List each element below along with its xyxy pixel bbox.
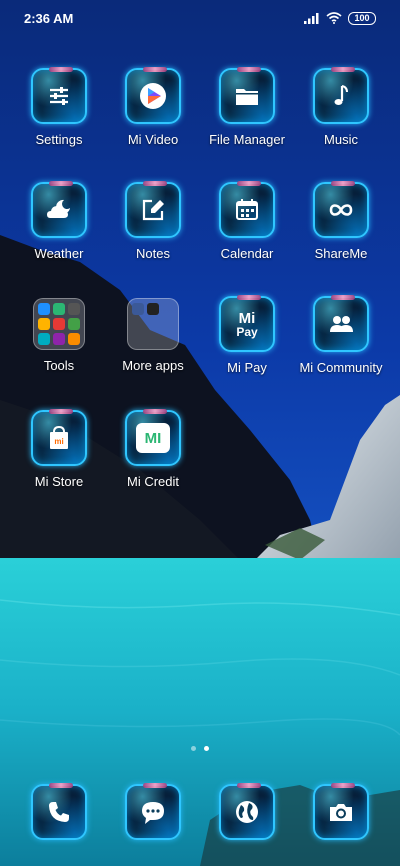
camera-icon <box>313 783 369 840</box>
mi-credit-icon: MI <box>125 409 181 466</box>
mi-credit-logo: MI <box>144 429 162 447</box>
app-file-manager[interactable]: File Manager <box>197 67 297 147</box>
folder-grid-icon <box>127 298 179 350</box>
app-label: File Manager <box>209 132 285 147</box>
app-calendar[interactable]: Calendar <box>197 181 297 261</box>
app-label: Mi Credit <box>126 474 179 489</box>
app-weather[interactable]: Weather <box>9 181 109 261</box>
status-time: 2:36 AM <box>24 10 74 26</box>
app-mi-pay[interactable]: Mi Pay Mi Pay <box>197 295 297 375</box>
dock-phone[interactable] <box>9 783 109 840</box>
app-label: Calendar <box>220 246 274 261</box>
calendar-icon <box>219 181 275 238</box>
app-label: Mi Pay <box>227 360 267 375</box>
dock-messages[interactable] <box>103 783 203 840</box>
folder-grid-icon <box>33 298 85 350</box>
app-label: Mi Store <box>34 474 84 489</box>
status-icons: 100 <box>304 11 376 25</box>
app-mi-store[interactable]: mi Mi Store <box>9 409 109 489</box>
mi-pay-logo-bottom: Pay <box>236 324 258 339</box>
play-icon <box>125 67 181 124</box>
page-dot-1[interactable] <box>191 746 196 751</box>
wifi-icon <box>326 12 342 24</box>
globe-icon <box>219 783 275 840</box>
mi-store-logo: mi <box>54 437 63 446</box>
music-note-icon <box>313 67 369 124</box>
sliders-icon <box>31 67 87 124</box>
shopping-bag-icon: mi <box>31 409 87 466</box>
chat-bubble-icon <box>125 783 181 840</box>
app-label: Mi Community <box>299 360 383 375</box>
dock-browser[interactable] <box>197 783 297 840</box>
app-label: Tools <box>43 358 75 373</box>
app-music[interactable]: Music <box>291 67 391 147</box>
app-label: ShareMe <box>314 246 368 261</box>
app-mi-community[interactable]: Mi Community <box>291 295 391 375</box>
phone-icon <box>31 783 87 840</box>
app-more-apps[interactable]: More apps <box>103 298 203 373</box>
mi-pay-logo-top: Mi <box>238 309 256 327</box>
app-label: Settings <box>35 132 83 147</box>
page-dot-2[interactable] <box>204 746 209 751</box>
app-label: Weather <box>34 246 84 261</box>
page-indicator <box>0 746 400 751</box>
app-label: More apps <box>122 358 184 373</box>
folder-icon <box>219 67 275 124</box>
app-mi-credit[interactable]: MI Mi Credit <box>103 409 203 489</box>
dock-camera[interactable] <box>291 783 391 840</box>
mi-pay-icon: Mi Pay <box>219 295 275 352</box>
app-shareme[interactable]: ShareMe <box>291 181 391 261</box>
infinity-icon <box>313 181 369 238</box>
app-label: Mi Video <box>127 132 179 147</box>
signal-icon <box>304 13 319 24</box>
app-label: Music <box>324 132 358 147</box>
app-mi-video[interactable]: Mi Video <box>103 67 203 147</box>
app-label: Notes <box>136 246 170 261</box>
battery-indicator: 100 <box>348 11 376 25</box>
pencil-square-icon <box>125 181 181 238</box>
app-settings[interactable]: Settings <box>9 67 109 147</box>
cloud-moon-icon <box>31 181 87 238</box>
status-bar: 2:36 AM 100 <box>0 0 400 36</box>
people-icon <box>313 295 369 352</box>
app-notes[interactable]: Notes <box>103 181 203 261</box>
app-tools[interactable]: Tools <box>9 298 109 373</box>
